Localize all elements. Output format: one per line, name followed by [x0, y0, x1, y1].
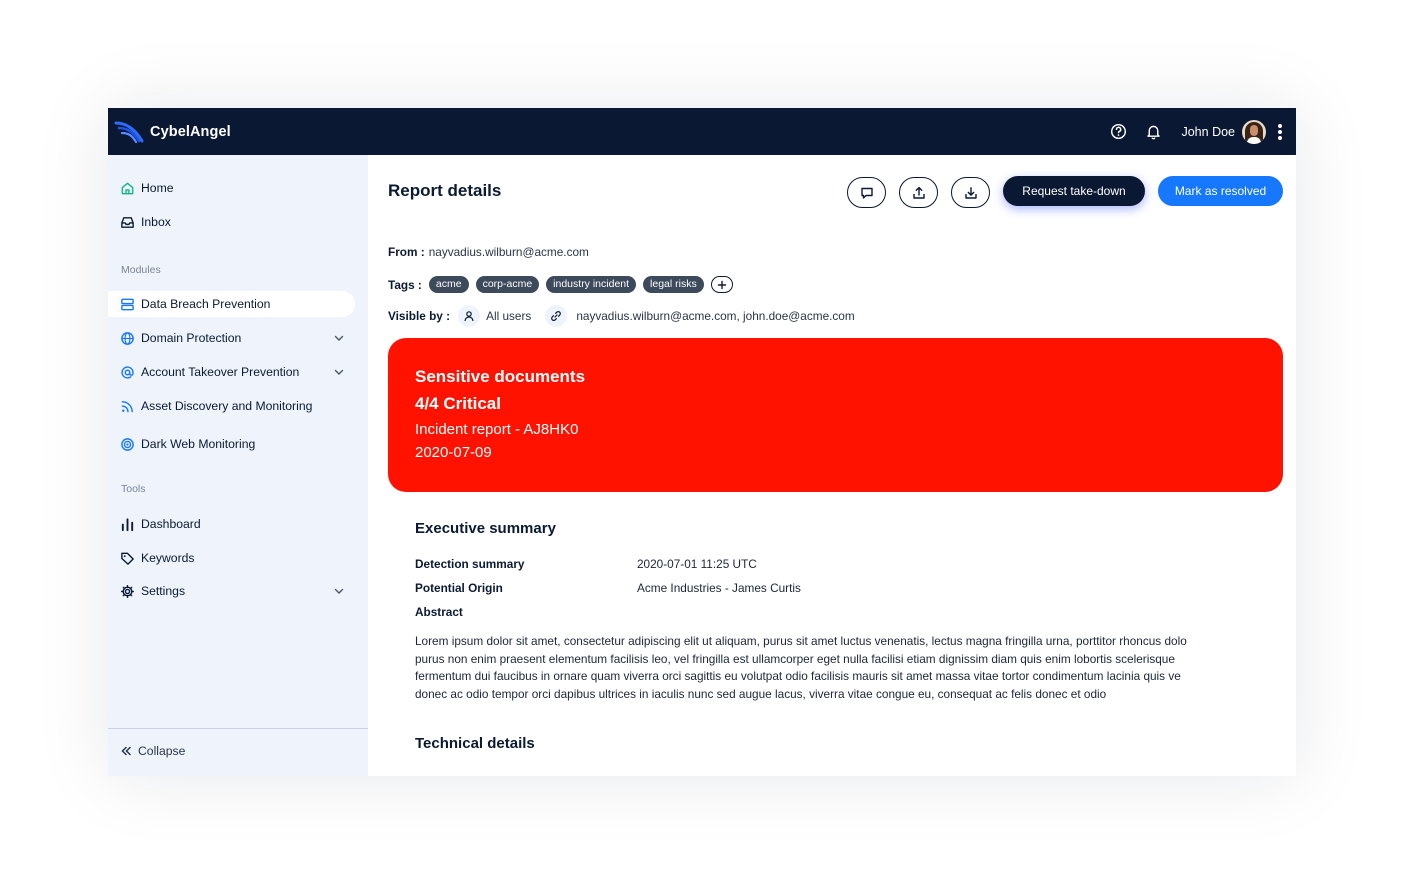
alert-severity: 4/4 Critical	[415, 394, 501, 413]
visible-emails: nayvadius.wilburn@acme.com, john.doe@acm…	[576, 309, 855, 323]
add-tag-button[interactable]	[710, 276, 733, 293]
kebab-menu-icon[interactable]	[1276, 123, 1284, 141]
executive-summary-title: Executive summary	[415, 520, 556, 537]
abstract-text: Lorem ipsum dolor sit amet, consectetur …	[415, 633, 1285, 703]
sidebar-item-keywords[interactable]: Keywords	[108, 545, 355, 571]
sidebar-item-label: Keywords	[141, 551, 195, 565]
sidebar-item-label: Home	[141, 181, 174, 195]
sidebar-item-label: Inbox	[141, 215, 171, 229]
tag-chip[interactable]: corp-acme	[475, 276, 540, 293]
tag-chip[interactable]: acme	[428, 276, 469, 293]
help-icon[interactable]	[1109, 123, 1127, 141]
sidebar-item-label: Asset Discovery and Monitoring	[141, 399, 313, 413]
abstract-line: Lorem ipsum dolor sit amet, consectetur …	[415, 634, 1187, 648]
inbox-icon	[120, 215, 135, 230]
tag-chip[interactable]: industry incident	[546, 276, 637, 293]
sidebar-item-dashboard[interactable]: Dashboard	[108, 511, 355, 537]
sidebar-item-label: Settings	[141, 584, 186, 598]
sidebar-item-label: Dashboard	[141, 517, 201, 531]
user-icon	[458, 305, 481, 327]
sidebar-item-label: Data Breach Prevention	[141, 297, 271, 311]
mark-resolved-button[interactable]: Mark as resolved	[1158, 176, 1283, 206]
target-icon	[120, 437, 135, 452]
sidebar-item-dark-web-monitoring[interactable]: Dark Web Monitoring	[108, 431, 355, 457]
sidebar-item-domain-protection[interactable]: Domain Protection	[108, 325, 355, 351]
incident-alert-card: Sensitive documents 4/4 Critical Inciden…	[388, 338, 1283, 492]
abstract-line: donec ac odio tempor orci dapibus ultric…	[415, 686, 1107, 701]
chevron-down-icon[interactable]	[333, 332, 345, 344]
brand-name: CybelAngel	[150, 123, 231, 140]
potential-origin-row: Potential Origin Acme Industries - James…	[415, 581, 801, 595]
page-title: Report details	[388, 181, 502, 200]
gear-icon	[120, 584, 135, 599]
detection-summary-row: Detection summary 2020-07-01 11:25 UTC	[415, 557, 757, 571]
visible-by-row: Visible by : All users nayvadius.wilburn…	[388, 305, 855, 327]
alert-category: Sensitive documents	[415, 367, 586, 386]
abstract-line: purus non enim praesent elementum facili…	[415, 651, 1175, 666]
collapse-label: Collapse	[138, 744, 186, 758]
tags-row: Tags : acme corp-acme industry incident …	[388, 276, 733, 293]
bar-chart-icon	[120, 517, 135, 532]
request-takedown-button[interactable]: Request take-down	[1003, 176, 1145, 206]
alert-date: 2020-07-09	[415, 444, 492, 461]
double-chevron-left-icon	[121, 746, 131, 756]
visible-all-users: All users	[486, 309, 532, 323]
chevron-down-icon[interactable]	[333, 366, 345, 378]
abstract-row: Abstract	[415, 605, 463, 619]
technical-details-title: Technical details	[415, 735, 535, 752]
alert-incident-id: Incident report - AJ8HK0	[415, 421, 579, 438]
sidebar-item-home[interactable]: Home	[108, 175, 355, 201]
bell-icon[interactable]	[1144, 123, 1162, 141]
from-row: From : nayvadius.wilburn@acme.com	[388, 245, 589, 259]
at-icon	[120, 365, 135, 380]
sidebar-item-account-takeover-prevention[interactable]: Account Takeover Prevention	[108, 359, 355, 385]
abstract-line: fermentum dui faucibus in ornare quam vi…	[415, 669, 1181, 684]
from-value: nayvadius.wilburn@acme.com	[428, 245, 589, 259]
share-button[interactable]	[899, 177, 938, 208]
tag-chip[interactable]: legal risks	[643, 276, 704, 293]
rss-icon	[120, 399, 135, 414]
server-icon	[120, 297, 135, 312]
tags-label: Tags :	[388, 277, 422, 292]
potential-origin-label: Potential Origin	[415, 581, 503, 595]
sidebar-item-settings[interactable]: Settings	[108, 578, 355, 604]
sidebar: Home Inbox Modules Data Breach Preventio…	[108, 155, 368, 776]
modules-section-label: Modules	[121, 264, 161, 276]
tag-icon	[120, 551, 135, 566]
sidebar-item-inbox[interactable]: Inbox	[108, 209, 355, 235]
link-icon	[545, 305, 568, 327]
download-icon	[964, 186, 977, 199]
main-content: Report details Request take-down Mark as…	[368, 155, 1296, 776]
avatar[interactable]	[1242, 119, 1266, 144]
detection-summary-value: 2020-07-01 11:25 UTC	[637, 557, 757, 571]
detection-summary-label: Detection summary	[415, 557, 525, 571]
from-label: From :	[388, 245, 425, 259]
globe-icon	[120, 331, 135, 346]
sidebar-item-label: Dark Web Monitoring	[141, 437, 256, 451]
top-bar: CybelAngel John Doe	[108, 108, 1296, 155]
download-button[interactable]	[951, 177, 990, 208]
sidebar-item-data-breach-prevention[interactable]: Data Breach Prevention	[108, 291, 355, 317]
brand[interactable]: CybelAngel	[114, 117, 231, 147]
chevron-down-icon[interactable]	[333, 585, 345, 597]
potential-origin-value: Acme Industries - James Curtis	[637, 581, 801, 595]
plus-icon	[717, 280, 726, 289]
home-icon	[120, 181, 135, 196]
user-name[interactable]: John Doe	[1181, 125, 1235, 139]
visible-by-label: Visible by :	[388, 309, 451, 323]
app-window: CybelAngel John Doe Home Inbox Modules D…	[108, 108, 1296, 776]
abstract-label: Abstract	[415, 605, 463, 619]
comment-button[interactable]	[847, 177, 886, 208]
sidebar-item-label: Account Takeover Prevention	[141, 365, 300, 379]
comment-icon	[860, 187, 873, 199]
collapse-button[interactable]: Collapse	[120, 744, 185, 758]
sidebar-divider	[108, 728, 368, 729]
cybelangel-logo-icon	[114, 121, 144, 143]
upload-icon	[912, 186, 925, 199]
sidebar-item-label: Domain Protection	[141, 331, 242, 345]
tools-section-label: Tools	[121, 483, 146, 495]
sidebar-item-asset-discovery[interactable]: Asset Discovery and Monitoring	[108, 393, 355, 419]
